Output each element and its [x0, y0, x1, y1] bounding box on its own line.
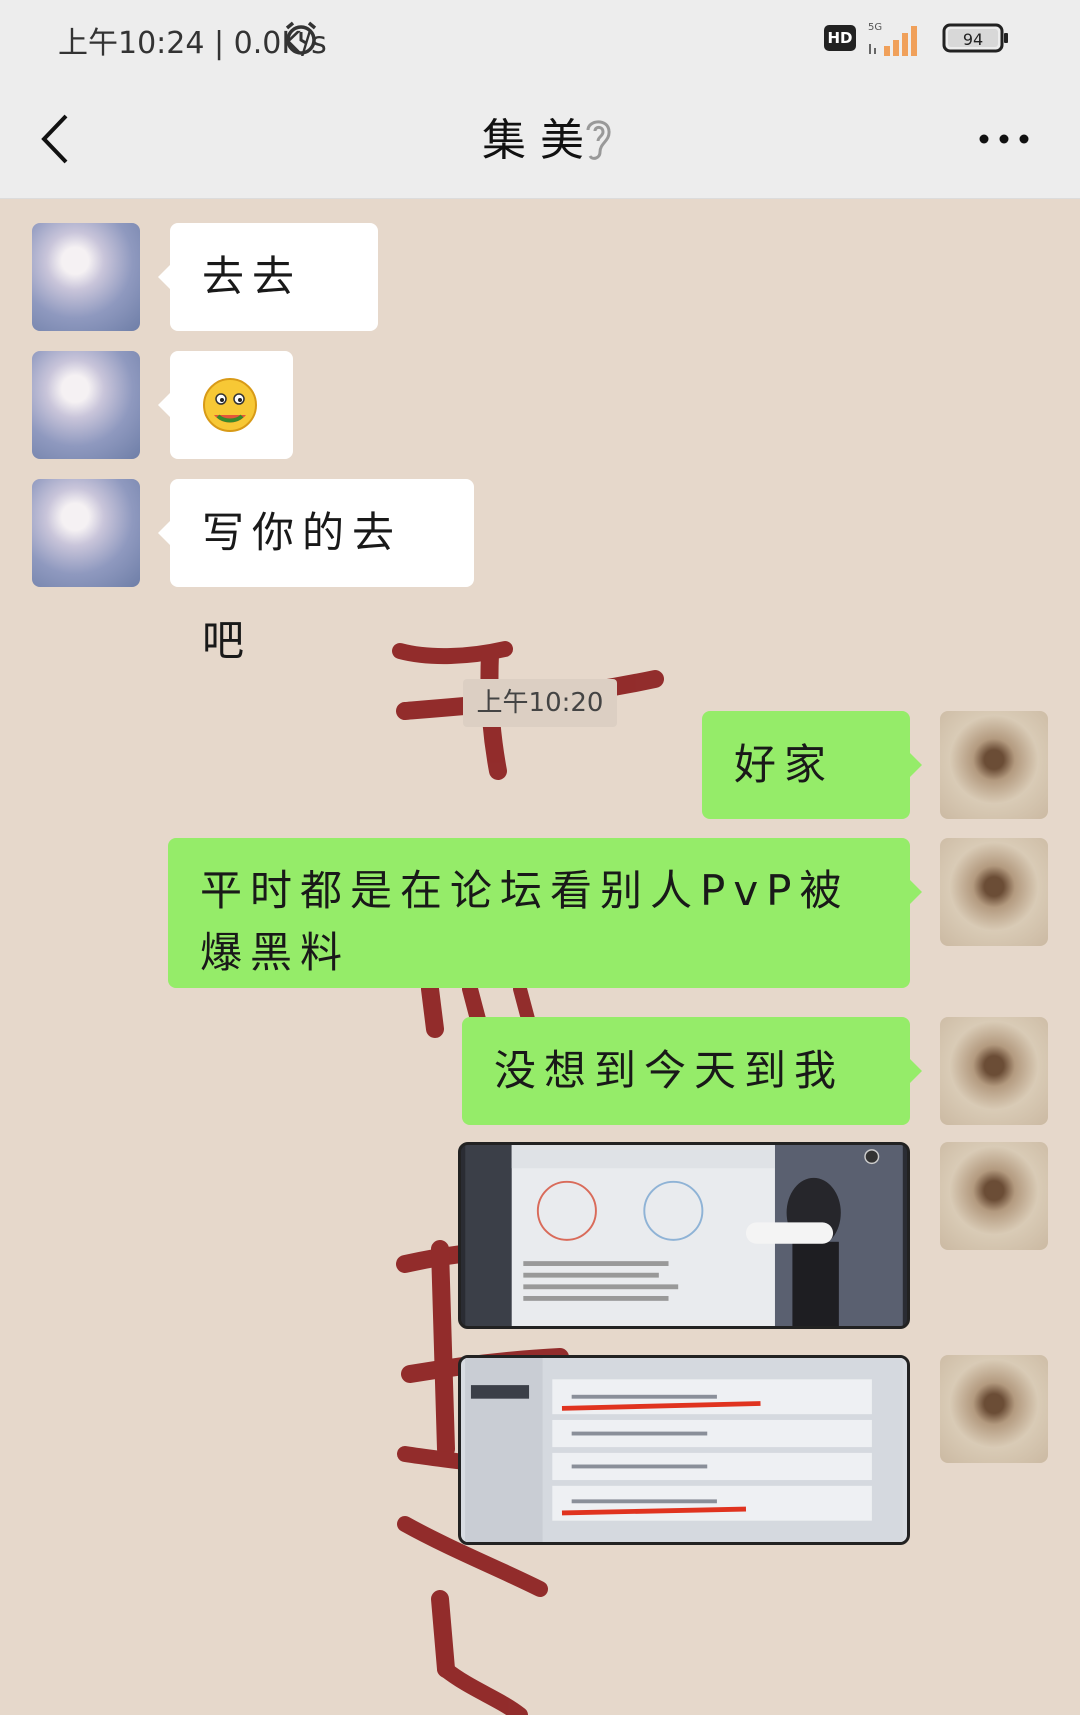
svg-text:5G: 5G — [868, 22, 882, 33]
message-text: 平时都是在论坛看别人PvP被爆黑料 — [200, 866, 850, 977]
my-avatar[interactable] — [940, 1355, 1048, 1463]
my-avatar[interactable] — [940, 711, 1048, 819]
message-bubble[interactable]: 没想到今天到我了 — [462, 1017, 922, 1203]
message-bubble[interactable]: 🤤 — [158, 351, 293, 459]
status-bar: 上午10:24 | 0.0K/s HD 5G 94 — [0, 0, 1080, 80]
alarm-icon — [285, 21, 317, 55]
my-avatar[interactable] — [940, 1017, 1048, 1125]
battery-icon: 94 — [942, 23, 1008, 53]
contact-avatar[interactable] — [32, 351, 140, 459]
drooling-emoji-icon — [203, 378, 257, 432]
my-avatar[interactable] — [940, 1142, 1048, 1250]
svg-text:94: 94 — [963, 30, 983, 49]
ear-icon[interactable] — [580, 114, 616, 164]
message-bubble[interactable]: 平时都是在论坛看别人PvP被爆黑料 — [168, 838, 922, 988]
contact-avatar[interactable] — [32, 223, 140, 331]
image-message[interactable] — [458, 1355, 910, 1545]
chat-area[interactable]: 去去去 🤤 写你的去吧 上午10:20 好家伙 平时都是在论坛看别人PvP被爆黑… — [0, 199, 1080, 1715]
my-avatar[interactable] — [940, 838, 1048, 946]
hd-badge: HD — [824, 25, 856, 51]
chat-title: 集美 — [482, 115, 598, 166]
message-bubble[interactable]: 好家伙 — [702, 711, 922, 897]
game-screenshot-image — [465, 1145, 903, 1326]
image-message[interactable] — [458, 1142, 910, 1329]
message-bubble[interactable]: 写你的去吧 — [158, 479, 474, 665]
timestamp: 上午10:20 — [463, 679, 617, 727]
contact-avatar[interactable] — [32, 479, 140, 587]
signal-icon: 5G — [868, 22, 917, 56]
more-icon[interactable] — [974, 124, 1034, 154]
chat-header: 集美 — [0, 80, 1080, 199]
game-screenshot-image — [465, 1358, 903, 1542]
message-bubble[interactable]: 去去去 — [158, 223, 378, 409]
